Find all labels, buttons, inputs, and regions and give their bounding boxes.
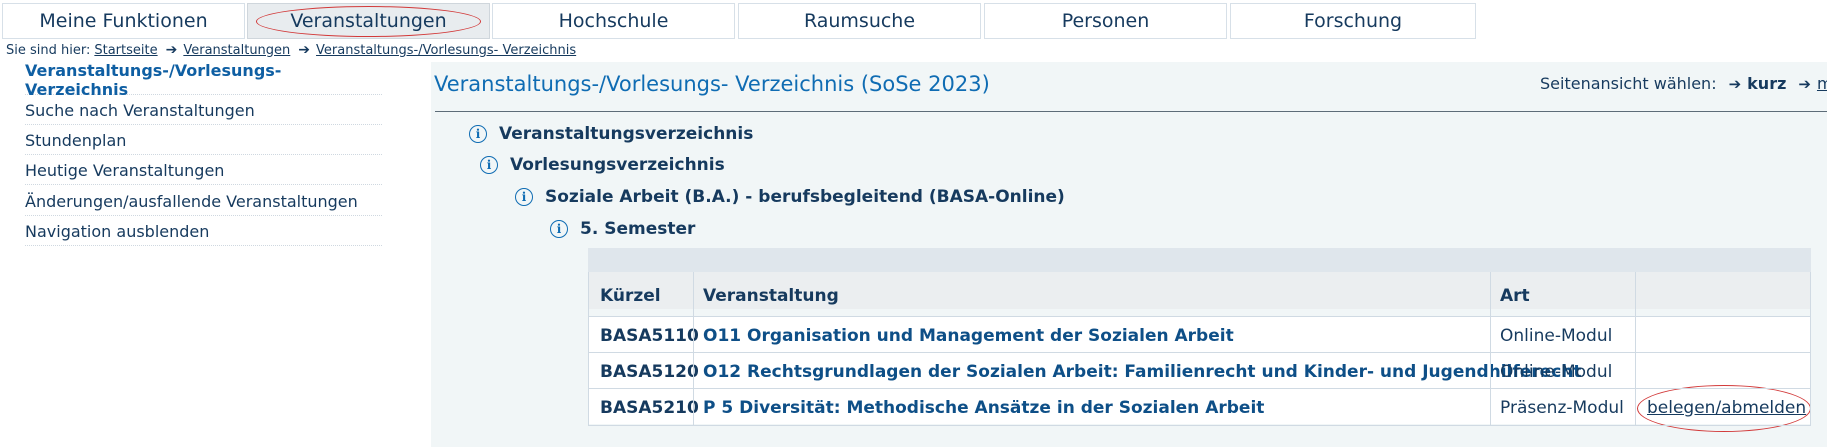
view-option-mittel[interactable]: mit bbox=[1817, 74, 1827, 93]
cell-code: BASA5110 bbox=[600, 325, 699, 346]
table-border bbox=[693, 272, 694, 426]
arrow-right-icon: ➔ bbox=[165, 42, 178, 58]
sidebar-item-heutige[interactable]: Heutige Veranstaltungen bbox=[25, 156, 382, 185]
cell-code: BASA5210 bbox=[600, 397, 699, 418]
tab-label: Meine Funktionen bbox=[39, 10, 208, 32]
tab-label: Hochschule bbox=[558, 10, 669, 32]
arrow-right-icon: ➔ bbox=[1798, 74, 1811, 93]
table-border bbox=[1490, 272, 1491, 426]
tab-label: Veranstaltungen bbox=[290, 10, 447, 32]
sidebar-navigation: Veranstaltungs-/Vorlesungs- Verzeichnis … bbox=[0, 61, 432, 447]
cell-course-link[interactable]: O11 Organisation und Management der Sozi… bbox=[693, 318, 1234, 353]
tree-node-label[interactable]: Veranstaltungsverzeichnis bbox=[499, 124, 753, 144]
cell-art: Online-Modul bbox=[1500, 325, 1613, 346]
view-selector-label: Seitenansicht wählen: bbox=[1540, 74, 1717, 93]
tab-raumsuche[interactable]: Raumsuche bbox=[738, 3, 981, 39]
breadcrumb: Sie sind hier: Startseite ➔ Veranstaltun… bbox=[6, 41, 576, 59]
cell-art: Präsenz-Modul bbox=[1500, 397, 1624, 418]
cell-course-link[interactable]: O12 Rechtsgrundlagen der Sozialen Arbeit… bbox=[693, 354, 1582, 389]
main-navigation-tabs: Meine Funktionen Veranstaltungen Hochsch… bbox=[0, 0, 1827, 40]
info-icon[interactable]: i bbox=[550, 220, 568, 238]
cell-art: Online-Modul bbox=[1500, 361, 1613, 382]
table-border bbox=[1810, 272, 1811, 426]
tab-meine-funktionen[interactable]: Meine Funktionen bbox=[2, 3, 245, 39]
breadcrumb-link-startseite[interactable]: Startseite bbox=[94, 43, 157, 58]
tab-hochschule[interactable]: Hochschule bbox=[492, 3, 735, 39]
table-border bbox=[588, 388, 1811, 389]
tree-node-soziale-arbeit: i Soziale Arbeit (B.A.) - berufsbegleite… bbox=[515, 187, 1065, 207]
tree-node-5-semester: i 5. Semester bbox=[550, 219, 695, 239]
cell-course-link[interactable]: P 5 Diversität: Methodische Ansätze in d… bbox=[693, 390, 1264, 425]
table-border bbox=[588, 352, 1811, 353]
tab-label: Raumsuche bbox=[803, 10, 916, 32]
sidebar-item-verzeichnis[interactable]: Veranstaltungs-/Vorlesungs- Verzeichnis bbox=[25, 61, 382, 99]
arrow-right-icon: ➔ bbox=[298, 42, 311, 58]
table-border bbox=[588, 425, 1811, 426]
info-icon[interactable]: i bbox=[480, 156, 498, 174]
table-caption-bar bbox=[588, 248, 1811, 272]
tab-personen[interactable]: Personen bbox=[984, 3, 1227, 39]
breadcrumb-link-veranstaltungen[interactable]: Veranstaltungen bbox=[183, 43, 290, 58]
tab-label: Forschung bbox=[1303, 10, 1403, 32]
tab-veranstaltungen[interactable]: Veranstaltungen bbox=[247, 3, 490, 39]
tree-node-label[interactable]: Vorlesungsverzeichnis bbox=[510, 155, 725, 175]
info-icon[interactable]: i bbox=[515, 188, 533, 206]
cell-code: BASA5120 bbox=[600, 361, 699, 382]
title-divider bbox=[435, 111, 1827, 112]
table-border bbox=[588, 316, 1811, 317]
table-border bbox=[1635, 272, 1636, 426]
column-header-art: Art bbox=[1500, 286, 1530, 306]
view-selector: Seitenansicht wählen: ➔ kurz ➔ mit bbox=[1540, 74, 1827, 93]
arrow-right-icon: ➔ bbox=[1728, 74, 1742, 93]
sidebar-item-navigation-ausblenden[interactable]: Navigation ausblenden bbox=[25, 217, 382, 246]
sidebar-item-suche[interactable]: Suche nach Veranstaltungen bbox=[25, 96, 382, 125]
breadcrumb-link-verzeichnis[interactable]: Veranstaltungs-/Vorlesungs- Verzeichnis bbox=[316, 43, 576, 58]
breadcrumb-prefix: Sie sind hier: bbox=[6, 42, 91, 58]
column-header-veranstaltung: Veranstaltung bbox=[703, 286, 839, 306]
tree-node-label[interactable]: Soziale Arbeit (B.A.) - berufsbegleitend… bbox=[545, 187, 1065, 207]
tab-forschung[interactable]: Forschung bbox=[1230, 3, 1476, 39]
view-option-kurz[interactable]: kurz bbox=[1747, 74, 1786, 93]
page-title: Veranstaltungs-/Vorlesungs- Verzeichnis … bbox=[434, 72, 990, 96]
info-icon[interactable]: i bbox=[469, 125, 487, 143]
sidebar-item-stundenplan[interactable]: Stundenplan bbox=[25, 126, 382, 155]
tree-node-veranstaltungsverzeichnis: i Veranstaltungsverzeichnis bbox=[469, 124, 753, 144]
column-header-kuerzel: Kürzel bbox=[600, 286, 661, 306]
tree-node-label[interactable]: 5. Semester bbox=[580, 219, 695, 239]
tab-label: Personen bbox=[1061, 10, 1150, 32]
belegen-abmelden-link[interactable]: belegen/abmelden bbox=[1647, 398, 1806, 418]
sidebar-item-aenderungen[interactable]: Änderungen/ausfallende Veranstaltungen bbox=[25, 187, 382, 216]
table-border bbox=[588, 272, 589, 426]
tree-node-vorlesungsverzeichnis: i Vorlesungsverzeichnis bbox=[480, 155, 725, 175]
